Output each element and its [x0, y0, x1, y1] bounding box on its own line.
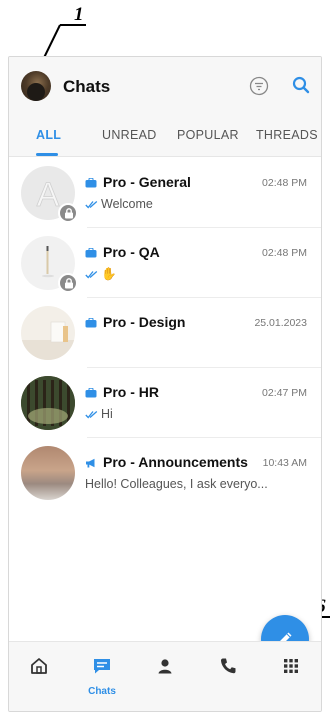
- svg-text:A: A: [37, 176, 60, 214]
- chat-row-general[interactable]: A Pro - General 02:48 PM Welcome: [9, 158, 321, 228]
- tab-popular[interactable]: POPULAR: [177, 128, 239, 142]
- chat-row-design[interactable]: Pro - Design 25.01.2023: [9, 298, 321, 368]
- briefcase-icon: [85, 248, 97, 258]
- phone-screen: Chats ALL UNREAD POPULAR THREADS A Pro -…: [8, 56, 322, 712]
- bottom-navigation: Chats: [9, 641, 321, 711]
- nav-chats-label: Chats: [88, 686, 116, 697]
- chat-name: Pro - General: [103, 174, 191, 190]
- double-check-icon: [85, 411, 98, 419]
- tab-all[interactable]: ALL: [36, 128, 61, 142]
- page-title: Chats: [63, 77, 111, 96]
- chat-name: Pro - Announcements: [103, 454, 248, 470]
- chat-time: 10:43 AM: [262, 457, 307, 469]
- chat-row-qa[interactable]: Pro - QA 02:48 PM ✋: [9, 228, 321, 298]
- search-icon[interactable]: [291, 75, 311, 95]
- chat-preview: ✋: [101, 267, 117, 281]
- chat-preview-line: Hi: [85, 407, 113, 421]
- chat-name: Pro - QA: [103, 244, 160, 260]
- grid-icon: [284, 659, 298, 673]
- megaphone-icon: [86, 458, 95, 468]
- chat-name: Pro - HR: [103, 384, 159, 400]
- chat-time: 02:48 PM: [262, 247, 307, 259]
- person-icon: [158, 659, 172, 674]
- nav-apps[interactable]: [261, 642, 321, 711]
- active-tab-indicator: [36, 153, 58, 156]
- chat-name: Pro - Design: [103, 314, 186, 330]
- chat-preview: Welcome: [101, 197, 153, 211]
- chat-preview: Hello! Colleagues, I ask everyo...: [85, 477, 268, 491]
- double-check-icon: [85, 201, 98, 209]
- chat-icon: [94, 659, 110, 674]
- filter-icon[interactable]: [249, 76, 269, 96]
- chat-row-hr[interactable]: Pro - HR 02:47 PM Hi: [9, 368, 321, 438]
- phone-icon: [220, 658, 236, 674]
- annotation-1: 1: [74, 4, 84, 25]
- briefcase-icon: [85, 178, 97, 188]
- chat-avatar: [21, 446, 75, 500]
- nav-calls[interactable]: [198, 642, 258, 711]
- app-header: Chats: [9, 57, 321, 115]
- home-icon: [31, 658, 47, 674]
- chat-avatar: [21, 306, 75, 360]
- chat-preview-line: ✋: [85, 267, 117, 282]
- chat-filter-tabs: ALL UNREAD POPULAR THREADS: [9, 115, 321, 157]
- nav-home[interactable]: [9, 642, 69, 711]
- briefcase-icon: [85, 318, 97, 328]
- chat-time: 02:47 PM: [262, 387, 307, 399]
- chat-time: 02:48 PM: [262, 177, 307, 189]
- chat-preview-line: Welcome: [85, 197, 153, 211]
- chat-row-announcements[interactable]: Pro - Announcements 10:43 AM Hello! Coll…: [9, 438, 321, 508]
- chat-avatar: [21, 376, 75, 430]
- briefcase-icon: [85, 388, 97, 398]
- nav-chats[interactable]: Chats: [72, 642, 132, 711]
- tab-unread[interactable]: UNREAD: [102, 128, 157, 142]
- double-check-icon: [85, 271, 98, 279]
- nav-contacts[interactable]: [135, 642, 195, 711]
- lock-icon: [58, 273, 78, 293]
- lock-icon: [58, 203, 78, 223]
- profile-avatar[interactable]: [21, 71, 51, 101]
- tab-threads[interactable]: THREADS: [256, 128, 318, 142]
- chat-preview: Hi: [101, 407, 113, 421]
- chat-time: 25.01.2023: [254, 317, 307, 329]
